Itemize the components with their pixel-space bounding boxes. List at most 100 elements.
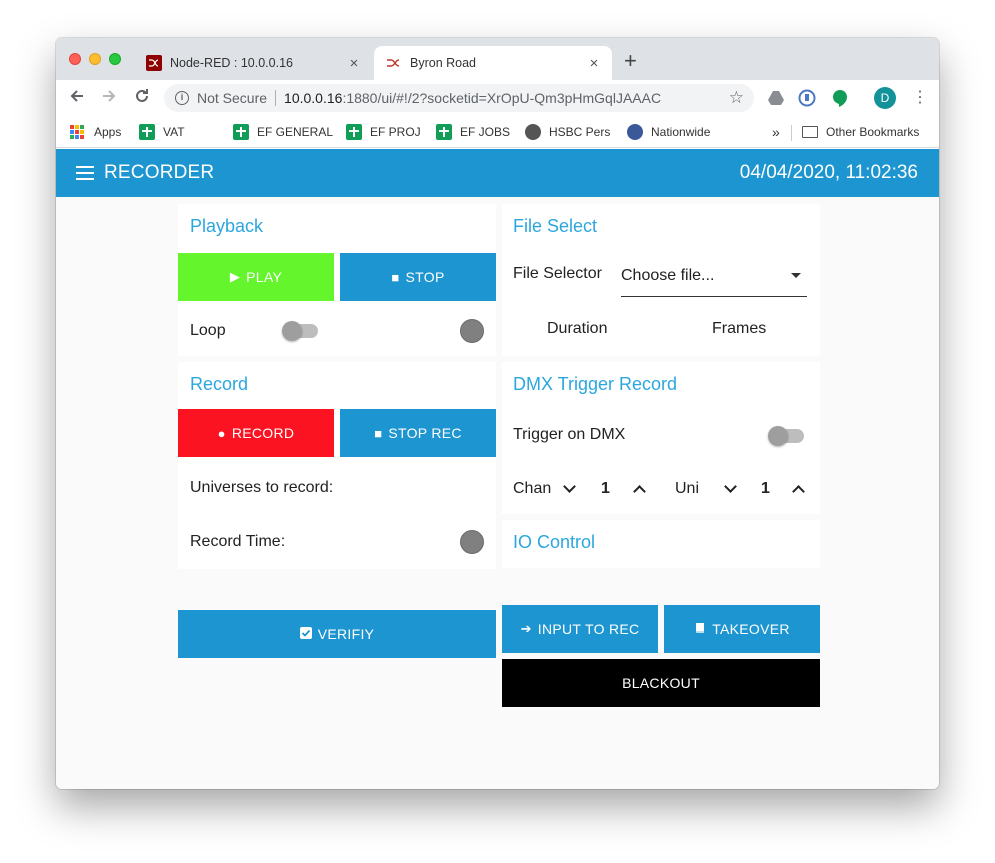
loop-toggle[interactable] xyxy=(282,321,318,341)
close-tab-icon[interactable]: × xyxy=(586,55,602,72)
clock-readout: 04/04/2020, 11:02:36 xyxy=(739,162,918,183)
address-bar[interactable]: i Not Secure 10.0.0.16 :1880/ui/#!/2?soc… xyxy=(164,84,754,112)
stop-icon: ■ xyxy=(391,269,400,285)
bookmark-nationwide[interactable]: Nationwide xyxy=(627,123,710,141)
bookmark-ef-jobs[interactable]: EF JOBS xyxy=(436,123,510,141)
maximize-window-button[interactable] xyxy=(109,53,121,65)
button-label: STOP REC xyxy=(388,425,462,441)
bookmark-ef-proj[interactable]: EF PROJ xyxy=(346,123,421,141)
stop-rec-button[interactable]: ■ STOP REC xyxy=(340,409,496,457)
record-time-label: Record Time: xyxy=(190,533,286,550)
chevron-down-icon[interactable] xyxy=(563,480,576,493)
chan-stepper xyxy=(563,476,576,502)
card-title: DMX Trigger Record xyxy=(513,374,678,394)
card-title: IO Control xyxy=(513,532,596,552)
uni-label: Uni xyxy=(675,480,700,497)
io-control-card: IO Control xyxy=(502,520,820,568)
bookmark-label: EF GENERAL xyxy=(257,125,334,139)
other-bookmarks[interactable]: Other Bookmarks xyxy=(802,123,919,141)
verify-button[interactable]: VERIFIY xyxy=(178,610,496,658)
checkbox-icon xyxy=(299,626,312,642)
globe-icon xyxy=(525,124,541,140)
forward-button[interactable] xyxy=(98,87,120,109)
blackout-button[interactable]: BLACKOUT xyxy=(502,659,820,707)
chevron-up-icon[interactable] xyxy=(792,485,805,498)
tab-node-red[interactable]: Node-RED : 10.0.0.16 × xyxy=(134,46,372,80)
dashboard-content: Playback ▶ PLAY ■ STOP Loop Record ● REC… xyxy=(56,197,939,789)
sheets-icon xyxy=(139,124,155,140)
bookmark-label: Other Bookmarks xyxy=(826,125,920,139)
dmx-trigger-card: DMX Trigger Record Trigger on DMX Chan 1… xyxy=(502,362,820,514)
arrow-right-icon xyxy=(103,90,116,102)
tab-byron-road[interactable]: Byron Road × xyxy=(374,46,612,80)
bookmark-star-icon[interactable]: ☆ xyxy=(729,88,744,108)
playback-card: Playback ▶ PLAY ■ STOP Loop xyxy=(178,204,496,356)
address-divider xyxy=(275,90,277,106)
trigger-toggle[interactable] xyxy=(768,426,804,446)
button-label: TAKEOVER xyxy=(712,621,790,637)
browser-toolbar: i Not Secure 10.0.0.16 :1880/ui/#!/2?soc… xyxy=(56,80,939,116)
url-host: 10.0.0.16 xyxy=(284,90,343,106)
password-manager-icon[interactable] xyxy=(798,89,816,107)
bookmarks-bar: Apps VAT EF GENERAL EF PROJ EF JOBS HSBC… xyxy=(56,116,939,148)
record-card: Record ● RECORD ■ STOP REC Universes to … xyxy=(178,362,496,569)
page-title: RECORDER xyxy=(104,162,215,183)
tab-title: Byron Road xyxy=(410,56,477,70)
browser-window: Node-RED : 10.0.0.16 × Byron Road × + i … xyxy=(56,38,939,789)
back-button[interactable] xyxy=(66,87,88,109)
bookmark-apps[interactable]: Apps xyxy=(70,123,121,141)
google-drive-icon[interactable] xyxy=(767,89,785,107)
profile-avatar[interactable]: D xyxy=(874,87,896,109)
play-icon: ▶ xyxy=(229,269,241,284)
button-label: INPUT TO REC xyxy=(537,621,640,637)
card-title: Playback xyxy=(190,216,264,236)
sheets-icon xyxy=(436,124,452,140)
universes-label: Universes to record: xyxy=(190,479,334,496)
playback-status-led xyxy=(460,319,484,343)
close-tab-icon[interactable]: × xyxy=(346,55,362,72)
chan-value: 1 xyxy=(601,480,610,497)
sheets-icon xyxy=(346,124,362,140)
bookmark-hsbc[interactable]: HSBC Pers xyxy=(525,123,610,141)
bookmarks-divider xyxy=(791,125,792,141)
bookmark-ef-general[interactable]: EF GENERAL xyxy=(233,123,333,141)
tab-title: Node-RED : 10.0.0.16 xyxy=(170,56,293,70)
chevron-down-icon[interactable] xyxy=(724,480,737,493)
arrow-left-icon xyxy=(70,90,83,102)
reload-button[interactable] xyxy=(131,87,153,109)
file-select-dropdown[interactable]: Choose file... xyxy=(621,267,807,297)
uni-stepper xyxy=(724,476,737,502)
bookmarks-overflow-icon[interactable]: » xyxy=(772,123,780,141)
info-icon[interactable]: i xyxy=(175,91,189,105)
loop-label: Loop xyxy=(190,322,226,339)
hangouts-icon[interactable] xyxy=(831,89,849,107)
file-selector-label: File Selector xyxy=(513,265,602,282)
tab-strip: Node-RED : 10.0.0.16 × Byron Road × + xyxy=(56,38,939,80)
input-to-rec-button[interactable]: ➔ INPUT TO REC xyxy=(502,605,658,653)
more-menu-icon[interactable]: ⋮ xyxy=(912,87,928,109)
bookmark-label: HSBC Pers xyxy=(549,125,611,139)
url-path: :1880/ui/#!/2?socketid=XrOpU-Qm3pHmGqlJA… xyxy=(342,90,662,106)
card-title: Record xyxy=(190,374,249,394)
node-red-icon xyxy=(386,55,402,71)
chevron-up-icon[interactable] xyxy=(633,485,646,498)
record-button[interactable]: ● RECORD xyxy=(178,409,334,457)
play-button[interactable]: ▶ PLAY xyxy=(178,253,334,301)
chan-increment xyxy=(633,476,646,502)
stop-button[interactable]: ■ STOP xyxy=(340,253,496,301)
sheets-icon xyxy=(233,124,249,140)
record-status-led xyxy=(460,530,484,554)
new-tab-button[interactable]: + xyxy=(624,50,637,72)
dashboard-header: RECORDER 04/04/2020, 11:02:36 xyxy=(56,149,939,197)
close-window-button[interactable] xyxy=(69,53,81,65)
bookmark-vat[interactable]: VAT xyxy=(139,123,185,141)
minimize-window-button[interactable] xyxy=(89,53,101,65)
menu-icon[interactable] xyxy=(76,166,94,180)
reload-icon xyxy=(136,89,148,102)
book-icon xyxy=(694,622,706,637)
globe-icon xyxy=(627,124,643,140)
toggle-knob xyxy=(282,321,302,341)
frames-label: Frames xyxy=(712,320,767,337)
folder-icon xyxy=(802,126,818,138)
takeover-button[interactable]: TAKEOVER xyxy=(664,605,820,653)
